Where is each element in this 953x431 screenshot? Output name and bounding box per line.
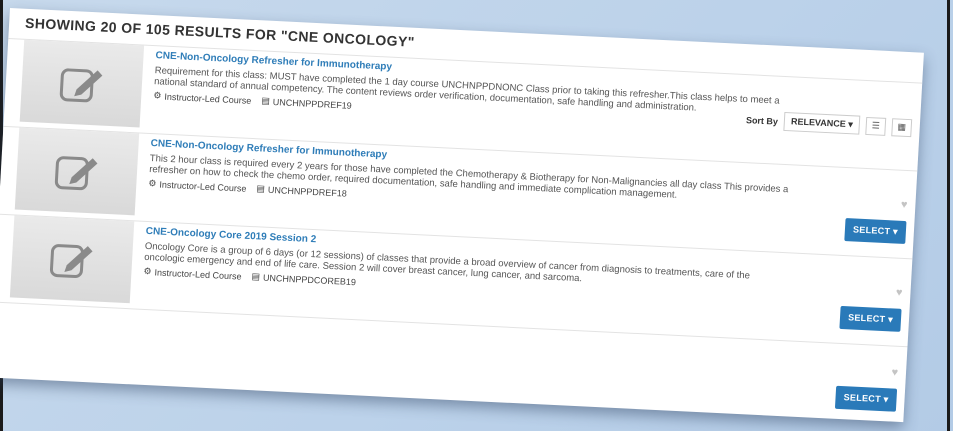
favorite-heart-icon[interactable]: ♥ <box>891 366 898 378</box>
select-button[interactable]: SELECT ▾ <box>834 385 898 412</box>
search-results-panel: SHOWING 20 OF 105 RESULTS FOR "CNE ONCOL… <box>0 8 924 423</box>
favorite-heart-icon[interactable]: ♥ <box>896 287 903 299</box>
edit-icon <box>54 156 98 191</box>
course-type-icon: ⚙ <box>143 265 152 277</box>
course-type-icon: ⚙ <box>153 90 162 101</box>
course-type-icon: ⚙ <box>148 177 157 189</box>
course-thumbnail[interactable] <box>19 39 145 128</box>
barcode-icon: ▤ <box>251 271 261 282</box>
course-thumbnail[interactable] <box>14 127 140 216</box>
frame-border-right <box>947 0 950 431</box>
edit-icon <box>59 68 103 103</box>
barcode-icon: ▤ <box>256 183 266 194</box>
course-code: UNCHNPPDREF18 <box>267 184 348 199</box>
course-code: UNCHNPPDCOREB19 <box>262 272 357 287</box>
course-type: Instructor-Led Course <box>154 266 242 282</box>
course-thumbnail[interactable] <box>9 215 135 304</box>
course-type: Instructor-Led Course <box>164 91 252 106</box>
barcode-icon: ▤ <box>261 95 271 106</box>
favorite-heart-icon[interactable]: ♥ <box>901 199 908 211</box>
course-type: Instructor-Led Course <box>159 179 247 194</box>
edit-icon <box>49 244 93 279</box>
select-button[interactable]: SELECT ▾ <box>839 305 902 332</box>
select-button[interactable]: SELECT ▾ <box>844 218 907 245</box>
course-code: UNCHNPPDREF19 <box>272 96 353 111</box>
